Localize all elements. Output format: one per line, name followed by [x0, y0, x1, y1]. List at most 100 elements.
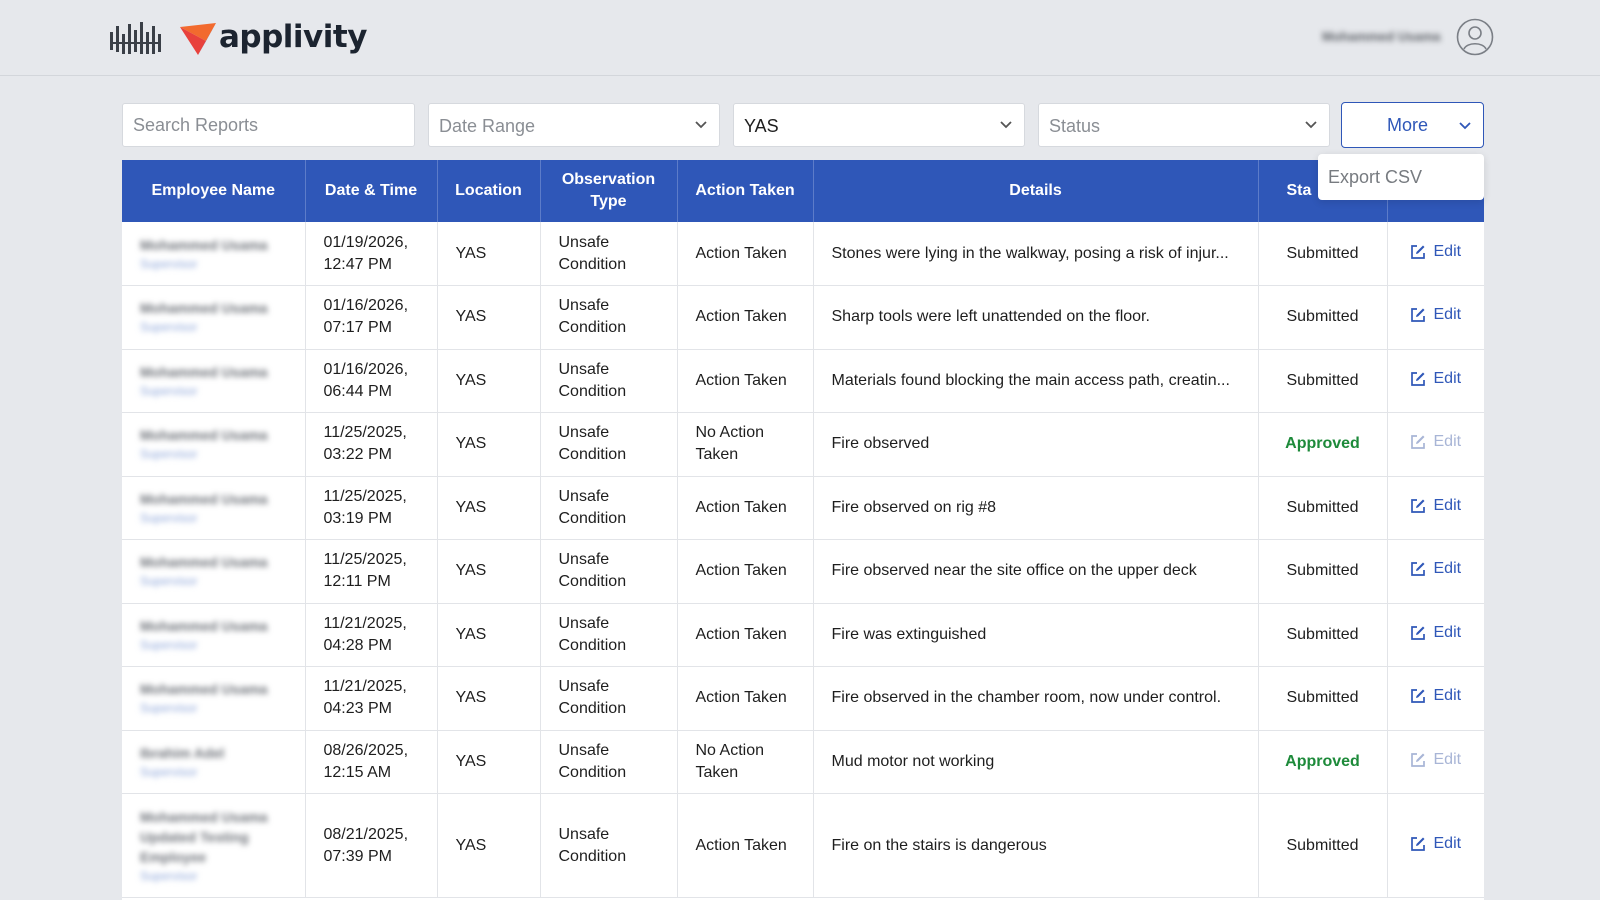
observation-line-1: Unsafe: [558, 614, 610, 632]
observation-line-1: Unsafe: [558, 487, 610, 505]
table-body: Mohammed Usama Supervisor 01/19/2026, 12:47…: [122, 222, 1484, 898]
more-button[interactable]: More: [1341, 102, 1484, 148]
location-select[interactable]: YAS: [733, 103, 1025, 147]
edit-button[interactable]: Edit: [1410, 749, 1461, 771]
edit-icon: [1410, 434, 1434, 450]
date-range-select[interactable]: Date Range: [428, 103, 720, 147]
action-taken-cell: Action Taken: [677, 603, 814, 667]
edit-button[interactable]: Edit: [1410, 431, 1461, 453]
details-cell: Fire on the stairs is dangerous: [813, 793, 1259, 898]
status-badge: Submitted: [1258, 349, 1388, 413]
date-time-cell: 11/25/2025, 12:11 PM: [305, 539, 438, 604]
status-badge: Submitted: [1258, 476, 1388, 540]
observation-type-cell: Unsafe Condition: [540, 412, 678, 477]
details-cell: Fire was extinguished: [813, 603, 1259, 667]
time-text: 03:19 PM: [323, 509, 392, 527]
location-cell: YAS: [437, 730, 541, 794]
date-text: 01/16/2026,: [323, 360, 409, 378]
export-csv-item[interactable]: Export CSV: [1328, 167, 1422, 188]
table-row[interactable]: Mohammed Usama Supervisor 11/21/2025, 04:28…: [122, 603, 1484, 667]
table-row[interactable]: Mohammed Usama Supervisor 01/16/2026, 07:17…: [122, 285, 1484, 350]
action-line-1: Action Taken: [695, 498, 787, 516]
edit-cell: Edit: [1387, 285, 1484, 350]
search-input[interactable]: [123, 104, 414, 146]
edit-button[interactable]: Edit: [1410, 558, 1461, 580]
edit-button[interactable]: Edit: [1410, 304, 1461, 326]
table-row[interactable]: Mohammed Usama Supervisor 01/16/2026, 06:44…: [122, 349, 1484, 413]
observation-line-1: Unsafe: [558, 360, 610, 378]
edit-icon: [1410, 752, 1434, 768]
col-action-taken[interactable]: Action Taken: [677, 160, 814, 222]
employee-name: Mohammed Usama Updated Testing Employee: [140, 808, 268, 865]
table-row[interactable]: Ibrahim Adel Supervisor 08/26/2025, 12:15 A…: [122, 730, 1484, 794]
edit-icon: [1410, 561, 1434, 577]
time-text: 04:23 PM: [323, 700, 392, 718]
edit-button[interactable]: Edit: [1410, 241, 1461, 263]
details-cell: Mud motor not working: [813, 730, 1259, 794]
chevron-down-icon: [1000, 121, 1012, 129]
details-cell: Fire observed on rig #8: [813, 476, 1259, 540]
details-cell: Materials found blocking the main access…: [813, 349, 1259, 413]
observation-line-1: Unsafe: [558, 678, 610, 696]
employee-cell: Mohammed Usama Supervisor: [122, 666, 306, 731]
col-observation-type[interactable]: Observation Type: [540, 160, 678, 222]
table-row[interactable]: Mohammed Usama Supervisor 11/25/2025, 03:19…: [122, 476, 1484, 540]
observation-line-2: Condition: [558, 382, 627, 400]
edit-cell: Edit: [1387, 603, 1484, 667]
brand-name: applivity: [219, 19, 367, 55]
edit-icon: [1410, 307, 1434, 323]
location-cell: YAS: [437, 412, 541, 477]
employee-name: Mohammed Usama: [140, 490, 268, 507]
location-cell: YAS: [437, 222, 541, 286]
edit-label: Edit: [1433, 496, 1462, 514]
applivity-logo[interactable]: applivity: [178, 17, 367, 61]
table-row[interactable]: Mohammed Usama Updated Testing Employee S…: [122, 793, 1484, 898]
table-row[interactable]: Mohammed Usama Supervisor 11/25/2025, 03:22…: [122, 412, 1484, 477]
edit-button[interactable]: Edit: [1410, 495, 1462, 517]
edit-cell: Edit: [1387, 476, 1484, 540]
edit-button[interactable]: Edit: [1410, 685, 1461, 707]
user-avatar-icon[interactable]: [1456, 18, 1494, 56]
employee-cell: Mohammed Usama Supervisor: [122, 285, 306, 350]
time-text: 12:11 PM: [323, 573, 391, 591]
applivity-mark-icon: [180, 23, 216, 55]
employee-role: Supervisor: [140, 868, 198, 883]
status-select[interactable]: Status: [1038, 103, 1330, 147]
chevron-down-icon: [1459, 122, 1471, 130]
employee-role: Supervisor: [140, 256, 198, 271]
action-line-1: Action Taken: [695, 625, 787, 643]
edit-button[interactable]: Edit: [1410, 622, 1461, 644]
edit-button[interactable]: Edit: [1410, 833, 1461, 855]
table-row[interactable]: Mohammed Usama Supervisor 01/19/2026, 12:47…: [122, 222, 1484, 286]
table-row[interactable]: Mohammed Usama Supervisor 11/25/2025, 12:11…: [122, 539, 1484, 604]
edit-button[interactable]: Edit: [1410, 368, 1461, 390]
action-taken-cell: Action Taken: [677, 222, 814, 286]
employee-role: Supervisor: [140, 510, 198, 525]
table-row[interactable]: Mohammed Usama Supervisor 11/21/2025, 04:23…: [122, 666, 1484, 731]
col-employee-name[interactable]: Employee Name: [122, 160, 306, 222]
employee-name: Mohammed Usama: [140, 681, 268, 698]
action-line-2: Taken: [695, 446, 739, 464]
location-cell: YAS: [437, 476, 541, 540]
search-box[interactable]: [122, 103, 415, 147]
observation-line-2: Condition: [558, 573, 627, 591]
status-badge: Submitted: [1258, 222, 1388, 286]
employee-name: Mohammed Usama: [140, 554, 268, 571]
edit-icon: [1410, 244, 1434, 260]
date-text: 11/21/2025,: [323, 614, 407, 632]
col-location[interactable]: Location: [437, 160, 541, 222]
edit-cell: Edit: [1387, 793, 1484, 898]
col-date-time[interactable]: Date & Time: [305, 160, 438, 222]
location-cell: YAS: [437, 603, 541, 667]
user-name[interactable]: Mohammed Usama: [1322, 29, 1448, 43]
col-details[interactable]: Details: [813, 160, 1259, 222]
date-text: 11/25/2025,: [323, 487, 407, 505]
observation-type-cell: Unsafe Condition: [540, 539, 678, 604]
waveform-logo-icon: [110, 22, 161, 54]
chevron-down-icon: [695, 121, 707, 129]
status-badge: Submitted: [1258, 793, 1388, 898]
action-taken-cell: No Action Taken: [677, 412, 814, 477]
employee-name: Mohammed Usama: [140, 300, 268, 317]
details-cell: Fire observed: [813, 412, 1259, 477]
date-time-cell: 11/25/2025, 03:19 PM: [305, 476, 438, 540]
